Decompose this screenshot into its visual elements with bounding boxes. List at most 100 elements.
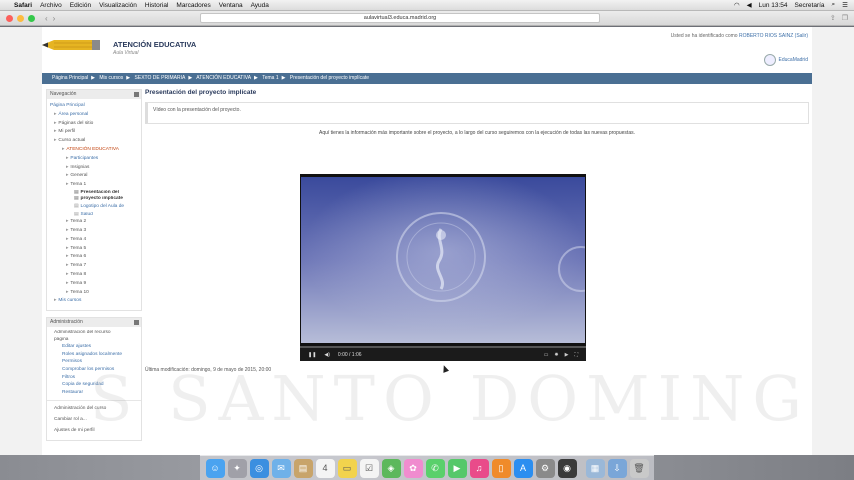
back-icon[interactable]: ‹ xyxy=(45,14,48,23)
user-menu[interactable]: Secretaría xyxy=(795,2,825,9)
notification-center-icon[interactable]: ☰ xyxy=(842,1,848,9)
admin-item-label: Editar ajustes xyxy=(62,344,92,350)
admin-item[interactable]: Comprobar los permisos xyxy=(50,366,139,374)
menu-ventana[interactable]: Ventana xyxy=(219,2,243,9)
facetime-icon[interactable]: ▶ xyxy=(447,458,467,478)
nav-item[interactable]: ▸ ATENCIÓN EDUCATIVA xyxy=(50,146,139,155)
ibooks-icon[interactable]: ▯ xyxy=(491,458,511,478)
nav-item[interactable]: ▸ Tema 5 xyxy=(50,245,139,254)
educamadrid-brand[interactable]: EducaMadrid xyxy=(763,54,808,66)
nav-item[interactable]: ▸ Tema 8 xyxy=(50,271,139,280)
share-icon[interactable]: ⇪ xyxy=(830,14,836,22)
video-frame[interactable] xyxy=(301,177,585,343)
itunes-icon[interactable]: ♫ xyxy=(469,458,489,478)
admin-item[interactable]: Permisos xyxy=(50,358,139,366)
volume-icon[interactable]: ◀) xyxy=(324,352,330,358)
trash-icon[interactable]: 🗑 xyxy=(629,458,649,478)
admin-item[interactable]: Restaurar xyxy=(50,389,139,397)
nav-item[interactable]: ▸ Tema 10 xyxy=(50,289,139,298)
menu-ayuda[interactable]: Ayuda xyxy=(251,2,269,9)
breadcrumb-course[interactable]: ATENCIÓN EDUCATIVA xyxy=(196,75,251,81)
nav-home[interactable]: Página Principal xyxy=(50,102,139,111)
wifi-icon[interactable]: ◠ xyxy=(734,1,740,9)
fullscreen-icon[interactable]: ⛶ xyxy=(574,352,578,358)
nav-item[interactable]: ▸ Mi perfil xyxy=(50,128,139,137)
site-title[interactable]: ATENCIÓN EDUCATIVA xyxy=(113,40,196,49)
safari-icon[interactable]: ◎ xyxy=(249,458,269,478)
menu-edicion[interactable]: Edición xyxy=(70,2,91,9)
nav-item[interactable]: ▸ General xyxy=(50,172,139,181)
menu-app[interactable]: Safari xyxy=(14,2,32,9)
admin-item[interactable]: Filtros xyxy=(50,374,139,382)
photos-icon[interactable]: ✿ xyxy=(403,458,423,478)
nav-item[interactable]: ▸ Área personal xyxy=(50,111,139,120)
nav-item-label: Área personal xyxy=(58,111,89,117)
block-toggle-icon[interactable] xyxy=(134,92,139,97)
captions-icon[interactable]: ▭ xyxy=(544,352,549,358)
logout-link[interactable]: (Salir) xyxy=(795,33,808,39)
appstore-icon[interactable]: A xyxy=(513,458,533,478)
youtube-logo-icon[interactable]: ▶ xyxy=(565,352,569,358)
nav-item[interactable]: ▸ Tema 3 xyxy=(50,227,139,236)
tabs-icon[interactable]: ❐ xyxy=(842,14,848,22)
nav-item[interactable]: ▸ Tema 6 xyxy=(50,253,139,262)
nav-item[interactable]: ▸ Tema 4 xyxy=(50,236,139,245)
preferences-icon[interactable]: ⚙ xyxy=(535,458,555,478)
tree-bullet-icon: ▸ xyxy=(54,120,57,126)
nav-item[interactable]: ▸ Insignias xyxy=(50,164,139,173)
login-user-link[interactable]: ROBERTO RIOS SAINZ xyxy=(739,33,793,39)
admin-footer-item[interactable]: Cambiar rol a... xyxy=(50,414,139,425)
mail-icon[interactable]: ✉ xyxy=(271,458,291,478)
menu-visualizacion[interactable]: Visualización xyxy=(99,2,137,9)
menu-archivo[interactable]: Archivo xyxy=(40,2,62,9)
menu-historial[interactable]: Historial xyxy=(145,2,168,9)
nav-item[interactable]: ▸ Participantes xyxy=(50,155,139,164)
close-window-button[interactable] xyxy=(6,14,13,22)
nav-item[interactable]: ▸ Tema 2 xyxy=(50,218,139,227)
nav-item[interactable]: ▸ Tema 9 xyxy=(50,280,139,289)
pause-icon[interactable]: ❚❚ xyxy=(308,352,316,358)
tree-bullet-icon: ▸ xyxy=(66,228,69,234)
zoom-window-button[interactable] xyxy=(28,14,35,22)
menu-marcadores[interactable]: Marcadores xyxy=(176,2,210,9)
admin-item[interactable]: Editar ajustes xyxy=(50,343,139,351)
downloads-icon[interactable]: ⇩ xyxy=(607,458,627,478)
video-player[interactable]: ❚❚ ◀) 0:00 / 1:06 ▭ ✹ ▶ ⛶ xyxy=(300,174,586,361)
nav-item-label: Insignias xyxy=(70,164,90,170)
tree-bullet-icon: ▸ xyxy=(66,280,69,286)
nav-item[interactable]: ▸ Mis cursos xyxy=(50,297,139,306)
reminders-icon[interactable]: ☑ xyxy=(359,458,379,478)
maps-icon[interactable]: ◈ xyxy=(381,458,401,478)
quicktime-icon[interactable]: ◉ xyxy=(557,458,577,478)
breadcrumb-section[interactable]: Tema 1 xyxy=(262,75,278,81)
block-toggle-icon[interactable] xyxy=(134,320,139,326)
clock[interactable]: Lun 13:54 xyxy=(759,2,788,9)
breadcrumb-home[interactable]: Página Principal xyxy=(52,75,88,81)
admin-item[interactable]: Roles asignados localmente xyxy=(50,351,139,359)
admin-item-label: Comprobar los permisos xyxy=(62,367,115,373)
nav-item[interactable]: ▸ Curso actual xyxy=(50,137,139,146)
launchpad-icon[interactable]: ✦ xyxy=(227,458,247,478)
minimize-window-button[interactable] xyxy=(17,14,24,22)
forward-icon[interactable]: › xyxy=(53,14,56,23)
notes-icon[interactable]: ▭ xyxy=(337,458,357,478)
admin-footer-item[interactable]: Ajustes de mi perfil xyxy=(50,425,139,436)
nav-item[interactable]: ▸ Tema 7 xyxy=(50,262,139,271)
calendar-icon[interactable]: 4 xyxy=(315,458,335,478)
admin-footer-item[interactable]: Administración del curso xyxy=(50,403,139,414)
nav-item[interactable]: ▸ Páginas del sitio xyxy=(50,120,139,129)
address-bar[interactable]: aulavirtual3.educa.madrid.org xyxy=(200,13,600,23)
volume-icon[interactable]: ◀ xyxy=(747,1,752,9)
nav-item[interactable]: ▸ Tema 1 xyxy=(50,181,139,190)
tree-bullet-icon: ▸ xyxy=(54,298,57,304)
documents-icon[interactable]: ▦ xyxy=(585,458,605,478)
messages-icon[interactable]: ✆ xyxy=(425,458,445,478)
breadcrumb-mis-cursos[interactable]: Mis cursos xyxy=(99,75,123,81)
settings-gear-icon[interactable]: ✹ xyxy=(554,352,558,358)
finder-icon[interactable]: ☺ xyxy=(205,458,225,478)
spotlight-icon[interactable]: ⌕ xyxy=(832,1,836,9)
contacts-icon[interactable]: ▤ xyxy=(293,458,313,478)
breadcrumb-category[interactable]: SEXTO DE PRIMARIA xyxy=(135,75,186,81)
admin-item[interactable]: Copia de seguridad xyxy=(50,381,139,389)
nav-item[interactable]: ▤ Logotipo del Aula de xyxy=(50,203,139,212)
